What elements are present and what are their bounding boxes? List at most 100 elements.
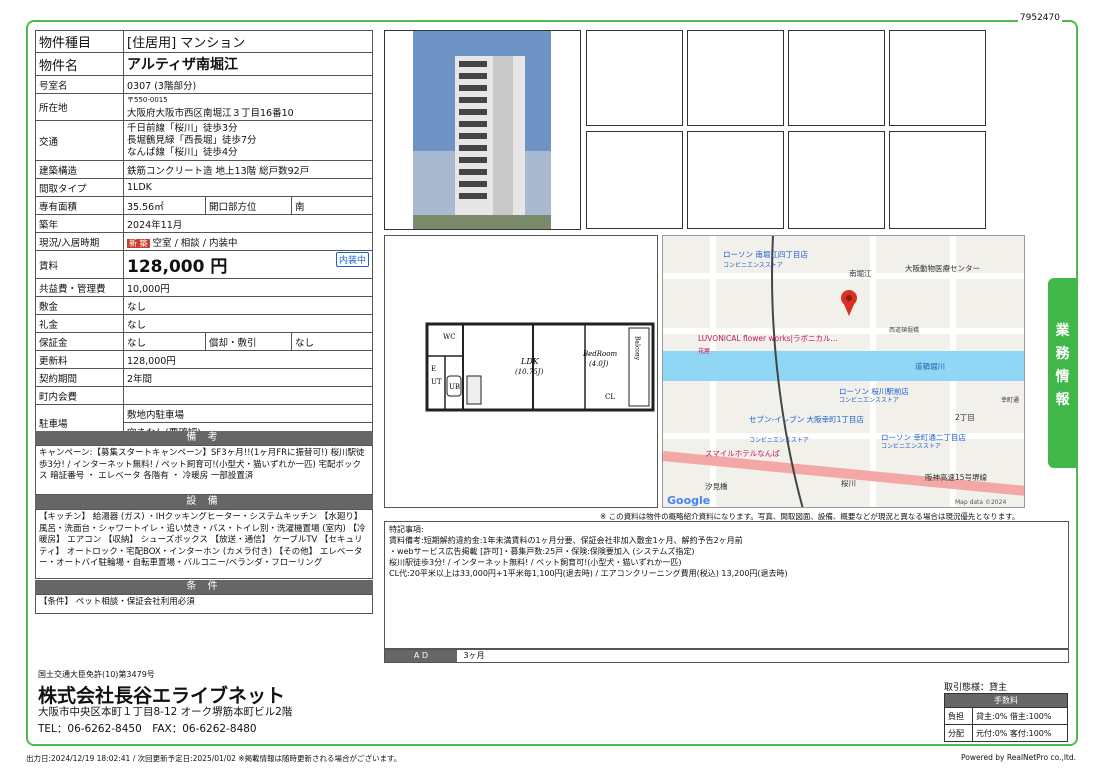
address-cell: 〒550-0015 大阪府大阪市西区南堀江３丁目16番10 [123, 93, 373, 121]
new-badge: 新 築 [127, 238, 150, 248]
map-label-expressway: 阪神高速15号堺線 [925, 472, 988, 482]
building-photo [384, 30, 581, 230]
fee-share-label: 分配 [944, 724, 973, 742]
access-cell: 千日前線「桜川」徒歩3分 長堀鶴見緑「西長堀」徒歩7分 なんば線「桜川」徒歩4分 [123, 120, 373, 161]
access-1: 千日前線「桜川」徒歩3分 [127, 122, 238, 134]
map-label-bridge: 西道頓堀橋 [889, 326, 919, 334]
company-address: 大阪市中央区本町１丁目8-12 オーク堺筋本町ビル2階 [38, 706, 293, 718]
map-label-vet: 大阪動物医療センター [905, 263, 980, 273]
map-label-sakuragawa: 桜川 [841, 478, 856, 488]
property-spec-table: 物件種目 [住居用] マンション 物件名 アルティザ南堀江 号室名 0307 (3階部… [35, 30, 373, 441]
footer-powered-by: Powered by RealNetPro co.,ltd. [961, 753, 1076, 762]
tab-char-4: 報 [1055, 392, 1070, 408]
renewal-value: 128,000円 [123, 350, 373, 369]
map-copyright: Map data ©2024 [955, 499, 1006, 506]
fp-ub: UB [449, 383, 460, 391]
deposit-value: なし [123, 296, 373, 315]
fee-label: 共益費・管理費 [35, 278, 124, 297]
map-label-saiwaicho: 幸町通 [1001, 396, 1019, 404]
deposit-label: 敷金 [35, 296, 124, 315]
photo-slot-6 [687, 131, 784, 229]
built-value: 2024年11月 [123, 214, 373, 233]
tab-char-3: 情 [1055, 369, 1070, 385]
access-3: なんば線「桜川」徒歩4分 [127, 146, 238, 158]
status-label: 現況/入居時期 [35, 232, 124, 251]
fee-burden-label: 負担 [944, 707, 973, 725]
term-label: 契約期間 [35, 368, 124, 387]
photo-slot-1 [586, 30, 683, 126]
town-fee-label: 町内会費 [35, 386, 124, 405]
area-label: 専有面積 [35, 196, 124, 215]
address-value: 大阪府大阪市西区南堀江３丁目16番10 [127, 108, 294, 119]
fp-bed-size: (4.0J) [589, 360, 609, 368]
room-value: 0307 (3階部分) [123, 75, 373, 94]
rent-cell: 128,000 円 内装中 [123, 250, 373, 279]
guarantee-label: 保証金 [35, 332, 124, 351]
parking-1: 敷地内駐車場 [123, 404, 373, 423]
fee-share-value: 元付:0% 客付:100% [972, 724, 1068, 742]
rent-value: 128,000 円 [127, 257, 228, 277]
amortization-label: 償却・敷引 [205, 332, 292, 351]
equipment-body: 【キッチン】 給湯器 (ガス) ・IHクッキングヒーター・システムキッチン 【水… [35, 509, 373, 579]
photo-slot-5 [586, 131, 683, 229]
type-label: 物件種目 [35, 30, 124, 53]
floorplan-drawing: WC E UT UB LDK (10.75J) BedRoom (4.0J) C… [425, 322, 655, 412]
notes-line-1: 賃料備考:短期解約違約金:1年未満賃料の1ヶ月分要、保証会社非加入敷金1ヶ月、解… [389, 536, 743, 545]
fp-ut: UT [431, 378, 442, 386]
direction-label: 開口部方位 [205, 196, 292, 215]
zip: 〒550-0015 [127, 96, 168, 104]
map-label-cvs-2: コンビニエンスストア [839, 396, 899, 404]
fp-ldk: LDK [520, 357, 540, 366]
company-tel: TEL：06-6262-8450 FAX：06-6262-8480 [38, 723, 257, 735]
tab-char-2: 務 [1055, 346, 1070, 362]
map-label-cvs-4: コンビニエンスストア [881, 442, 941, 450]
amortization-value: なし [291, 332, 373, 351]
special-notes: 特記事項: 賃料備考:短期解約違約金:1年未満賃料の1ヶ月分要、保証会社非加入敷… [384, 521, 1069, 649]
fee-value: 10,000円 [123, 278, 373, 297]
fp-entrance: E [431, 365, 436, 373]
document-id: 7952470 [1017, 13, 1062, 23]
ad-value: 3ヶ月 [463, 651, 485, 660]
map-drawing: ローソン 南堀江四丁目店 コンビニエンスストア 南堀江 大阪動物医療センター L… [663, 236, 1024, 507]
ad-row: A D 3ヶ月 [384, 649, 1069, 663]
access-label: 交通 [35, 120, 124, 161]
status-value: 空室 / 相談 / 内装中 [152, 237, 238, 249]
photo-slot-7 [788, 131, 885, 229]
transaction-mode: 取引態様：貸主 [944, 683, 1008, 693]
fp-wc: WC [443, 333, 456, 341]
fp-ldk-size: (10.75J) [515, 368, 544, 376]
area-map[interactable]: ローソン 南堀江四丁目店 コンビニエンスストア 南堀江 大阪動物医療センター L… [662, 235, 1025, 508]
fp-balcony: Balcony [634, 336, 641, 361]
business-info-tab[interactable]: 業 務 情 報 [1048, 278, 1077, 468]
fp-bedroom: BedRoom [582, 350, 617, 358]
town-fee-value [123, 386, 373, 405]
property-name: アルティザ南堀江 [123, 52, 373, 76]
map-label-seven: セブン-イレブン 大阪幸町1丁目店 [749, 414, 864, 424]
map-label-cvs-3: コンビニエンスストア [749, 436, 809, 444]
footer-output-date: 出力日:2024/12/19 18:02:41 / 次回更新予定日:2025/0… [26, 754, 402, 763]
map-label-lawson-2: ローソン 桜川駅前店 [839, 386, 909, 396]
map-label-flower: LUVONICAL flower works|ラボニカル... [698, 334, 838, 343]
notes-line-3: 桜川駅徒歩3分! / インターネット無料! / ペット飼育可!(小型犬・猫いずれ… [389, 558, 682, 567]
rent-label: 賃料 [35, 250, 124, 279]
access-2: 長堀鶴見緑「西長堀」徒歩7分 [127, 134, 257, 146]
key-money-value: なし [123, 314, 373, 333]
equipment-header: 設 備 [35, 495, 373, 509]
fee-box: 取引態様：貸主 手数料 負担 貸主:0% 借主:100% 分配 元付:0% 客付:1… [944, 680, 1068, 742]
conditions-body: 【条件】 ペット相談・保証会社利用必須 [35, 594, 373, 614]
map-label-hotel: スマイルホテルなんば [705, 449, 780, 458]
building-image [413, 31, 551, 229]
name-label: 物件名 [35, 52, 124, 76]
fee-burden-value: 貸主:0% 借主:100% [972, 707, 1068, 725]
room-label: 号室名 [35, 75, 124, 94]
map-label-shiomibashi: 汐見橋 [705, 481, 728, 491]
license-number: 国土交通大臣免許(10)第3479号 [38, 670, 155, 679]
type-value: [住居用] マンション [123, 30, 373, 53]
map-label-lawson-1: ローソン 南堀江四丁目店 [723, 249, 808, 259]
photo-slot-8 [889, 131, 986, 229]
tab-char-1: 業 [1055, 323, 1070, 339]
fee-table: 手数料 負担 貸主:0% 借主:100% 分配 元付:0% 客付:100% [944, 693, 1068, 742]
notes-line-4: CL代:20平米以上は33,000円+1平米毎1,100円(退去時) / エアコ… [389, 569, 788, 578]
remarks-body: キャンペーン:【募集スタートキャンペーン】SF3ヶ月!!(1ヶ月FRに振替可!)… [35, 445, 373, 495]
direction-value: 南 [291, 196, 373, 215]
